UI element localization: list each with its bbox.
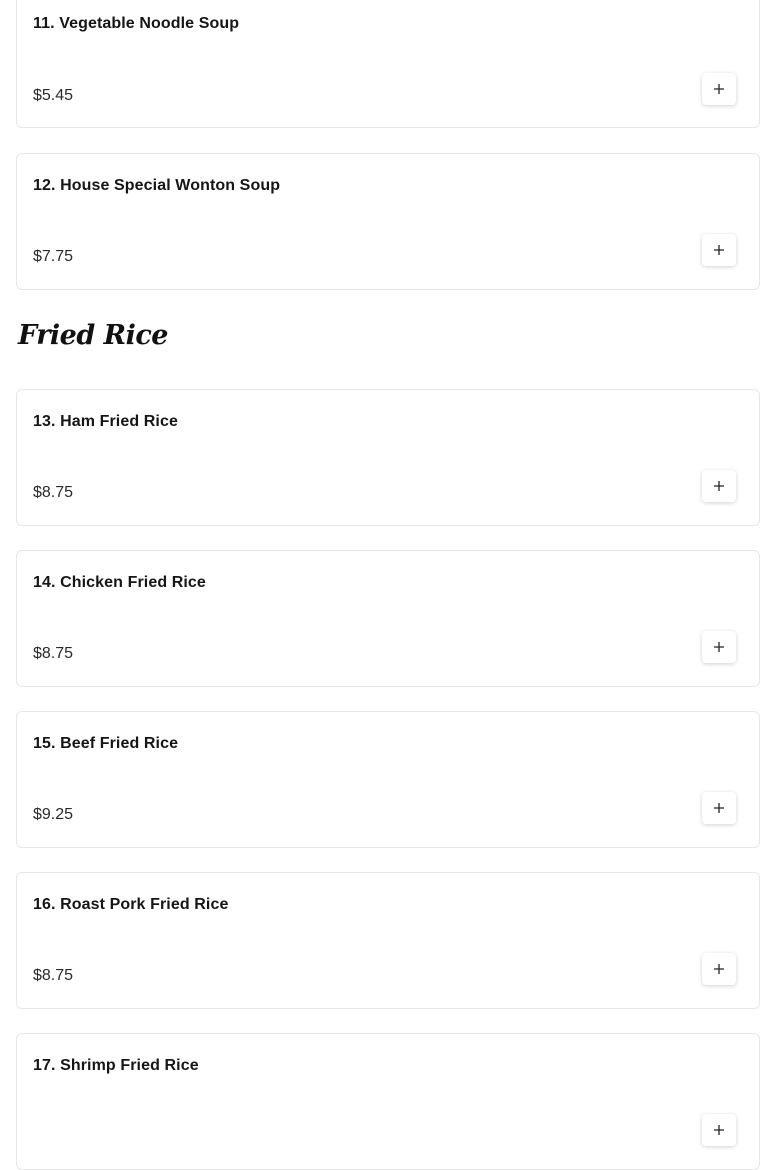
add-to-cart-button[interactable]	[702, 1114, 736, 1146]
menu-item-name: 13. Ham Fried Rice	[33, 413, 178, 430]
menu-item-card[interactable]: 17. Shrimp Fried Rice	[16, 1033, 760, 1170]
plus-icon	[714, 245, 724, 255]
menu-item-card[interactable]: 11. Vegetable Noodle Soup $5.45	[16, 0, 760, 128]
menu-item-card[interactable]: 12. House Special Wonton Soup $7.75	[16, 153, 760, 290]
menu-item-card[interactable]: 15. Beef Fried Rice $9.25	[16, 711, 760, 848]
plus-icon	[714, 84, 724, 94]
menu-item-name: 14. Chicken Fried Rice	[33, 574, 206, 591]
menu-item-name: 11. Vegetable Noodle Soup	[33, 15, 240, 32]
menu-item-card[interactable]: 16. Roast Pork Fried Rice $8.75	[16, 872, 760, 1009]
menu-item-price: $5.45	[33, 87, 74, 104]
menu-item-price: $8.75	[33, 967, 74, 984]
menu-item-name: 15. Beef Fried Rice	[33, 735, 179, 752]
section-heading: Fried Rice	[18, 320, 168, 351]
menu-item-name: 16. Roast Pork Fried Rice	[33, 896, 229, 913]
plus-icon	[714, 481, 724, 491]
menu-item-price: $8.75	[33, 484, 74, 501]
menu-item-card[interactable]: 14. Chicken Fried Rice $8.75	[16, 550, 760, 687]
add-to-cart-button[interactable]	[702, 234, 736, 266]
menu-item-name: 12. House Special Wonton Soup	[33, 177, 281, 194]
add-to-cart-button[interactable]	[702, 631, 736, 663]
add-to-cart-button[interactable]	[702, 792, 736, 824]
menu-item-price: $8.75	[33, 645, 74, 662]
plus-icon	[714, 1125, 724, 1135]
plus-icon	[714, 964, 724, 974]
menu-item-name: 17. Shrimp Fried Rice	[33, 1057, 199, 1074]
add-to-cart-button[interactable]	[702, 73, 736, 105]
menu-item-price: $9.25	[33, 806, 74, 823]
add-to-cart-button[interactable]	[702, 470, 736, 502]
plus-icon	[714, 642, 724, 652]
plus-icon	[714, 803, 724, 813]
add-to-cart-button[interactable]	[702, 953, 736, 985]
menu-item-card[interactable]: 13. Ham Fried Rice $8.75	[16, 389, 760, 526]
menu-item-price: $7.75	[33, 248, 74, 265]
